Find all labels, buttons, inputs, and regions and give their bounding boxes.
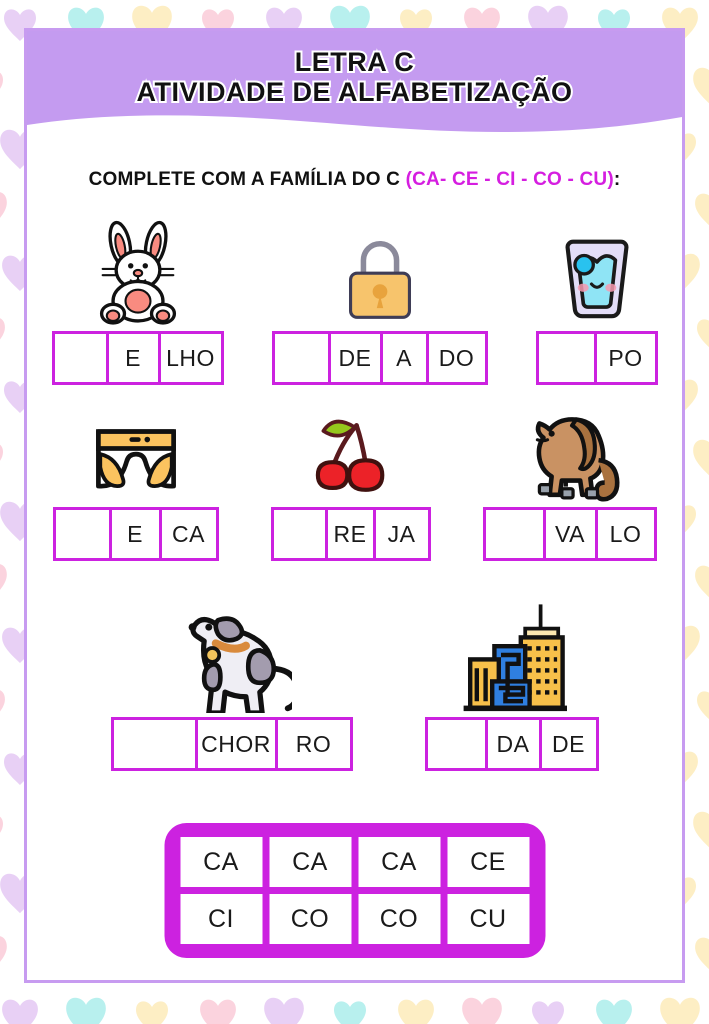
answer-bank: CA CA CA CE CI CO CO CU (164, 823, 545, 958)
syllable-cell: A (382, 334, 429, 382)
padlock-icon (334, 209, 426, 327)
answer-bank-tile[interactable]: CI (180, 894, 262, 944)
answer-bank-tile[interactable]: CO (269, 894, 351, 944)
word-strip: RE JA (270, 507, 431, 561)
instruction-main: COMPLETE COM A FAMÍLIA DO C (88, 169, 406, 190)
instruction-colon: : (613, 169, 621, 190)
exercise-item: RE JA (270, 395, 431, 561)
exercise-item: DE A DO (271, 209, 488, 385)
title-line-subtitle: ATIVIDADE DE ALFABETIZAÇÃO (135, 75, 575, 109)
water-glass-icon (551, 209, 643, 327)
syllable-cell: DE (541, 720, 596, 768)
answer-bank-tile[interactable]: CA (269, 837, 351, 887)
word-strip: VA LO (482, 507, 657, 561)
answer-blank-cell[interactable] (538, 334, 597, 382)
answer-blank-cell[interactable] (113, 720, 198, 768)
answer-bank-tile[interactable]: CO (358, 894, 440, 944)
exercise-row: CHOR RO DA DE (27, 573, 682, 771)
exercise-row: E CA RE JA VA LO (27, 395, 682, 561)
syllable-cell: DE (330, 334, 383, 382)
exercise-grid: E LHO DE A DO PO E CA RE JA VA LO CHOR RO DA DE (27, 209, 682, 783)
syllable-cell: JA (375, 510, 428, 558)
rabbit-icon (86, 209, 190, 327)
syllable-cell: E (108, 334, 161, 382)
syllable-cell: LO (597, 510, 654, 558)
instruction-text: COMPLETE COM A FAMÍLIA DO C (CA- CE - CI… (27, 169, 682, 191)
answer-bank-tile[interactable]: CA (358, 837, 440, 887)
syllable-cell: RE (327, 510, 376, 558)
answer-bank-tile[interactable]: CA (180, 837, 262, 887)
answer-blank-cell[interactable] (427, 720, 488, 768)
answer-blank-cell[interactable] (274, 334, 331, 382)
word-strip: E LHO (51, 331, 224, 385)
word-strip: DE A DO (271, 331, 488, 385)
cherries-icon (305, 395, 397, 503)
syllable-cell: LHO (160, 334, 221, 382)
dog-icon (172, 573, 292, 713)
exercise-item: E LHO (51, 209, 224, 385)
instruction-family-list: (CA- CE - CI - CO - CU) (405, 169, 614, 190)
answer-blank-cell[interactable] (55, 510, 112, 558)
title-line-letter: LETRA C (293, 45, 416, 79)
answer-blank-cell[interactable] (54, 334, 109, 382)
word-strip: DA DE (424, 717, 599, 771)
answer-bank-row-2: CI CO CO CU (180, 894, 529, 944)
exercise-item: PO (535, 209, 658, 385)
syllable-cell: E (111, 510, 162, 558)
answer-blank-cell[interactable] (273, 510, 328, 558)
exercise-item: VA LO (482, 395, 657, 561)
syllable-cell: RO (277, 720, 350, 768)
exercise-item: DA DE (424, 573, 599, 771)
worksheet-page: LETRA C ATIVIDADE DE ALFABETIZAÇÃO COMPL… (24, 28, 685, 983)
answer-bank-row-1: CA CA CA CE (180, 837, 529, 887)
answer-bank-tile[interactable]: CE (447, 837, 529, 887)
syllable-cell: VA (545, 510, 598, 558)
exercise-item: CHOR RO (110, 573, 353, 771)
worksheet-title: LETRA C ATIVIDADE DE ALFABETIZAÇÃO (27, 45, 682, 109)
syllable-cell: PO (596, 334, 655, 382)
underwear-icon (83, 395, 189, 503)
horse-icon (514, 395, 626, 503)
syllable-cell: DA (487, 720, 542, 768)
city-buildings-icon (457, 573, 567, 713)
word-strip: CHOR RO (110, 717, 353, 771)
exercise-row: E LHO DE A DO PO (27, 209, 682, 385)
word-strip: E CA (52, 507, 219, 561)
syllable-cell: CA (161, 510, 216, 558)
answer-blank-cell[interactable] (485, 510, 546, 558)
word-strip: PO (535, 331, 658, 385)
answer-bank-tile[interactable]: CU (447, 894, 529, 944)
syllable-cell: CHOR (197, 720, 278, 768)
exercise-item: E CA (52, 395, 219, 561)
syllable-cell: DO (428, 334, 485, 382)
